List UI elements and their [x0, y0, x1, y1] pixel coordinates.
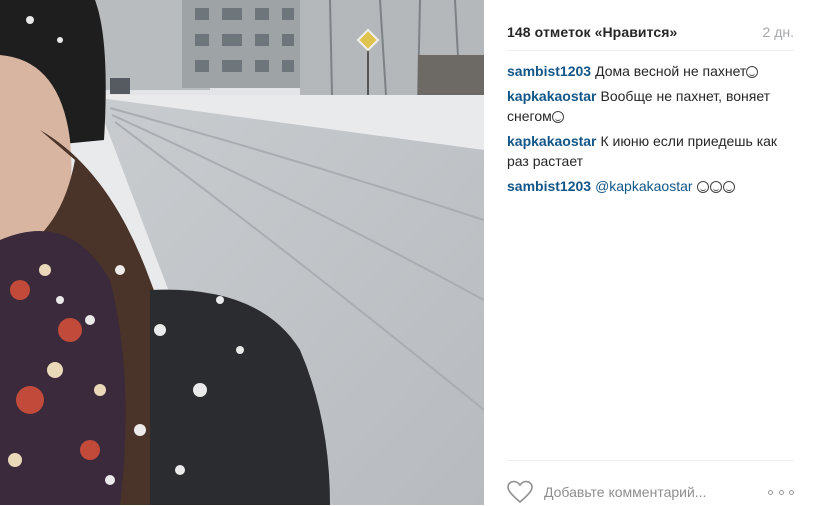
dot: [768, 489, 773, 495]
divider: [507, 460, 794, 461]
post-photo[interactable]: [0, 0, 484, 505]
comment-username[interactable]: kapkakaostar: [507, 133, 597, 149]
comment-item: sambist1203 @kapkakaostar: [507, 176, 797, 196]
smile-emoji-icon: [696, 181, 709, 193]
smile-emoji-icon: [551, 111, 564, 123]
dot: [789, 489, 794, 495]
post-details-panel: 148 отметок «Нравится» 2 дн. sambist1203…: [484, 0, 818, 505]
comment-text: Дома весной не пахнет: [595, 63, 747, 79]
post-meta: 148 отметок «Нравится» 2 дн.: [507, 24, 794, 40]
comment-username[interactable]: kapkakaostar: [507, 88, 597, 104]
comment-item: kapkakaostar К июню если приедешь как раз…: [507, 131, 797, 171]
comment-item: sambist1203 Дома весной не пахнет: [507, 61, 797, 81]
likes-count[interactable]: 148 отметок «Нравится»: [507, 24, 677, 40]
comment-username[interactable]: sambist1203: [507, 178, 591, 194]
smile-emoji-icon: [709, 181, 722, 193]
more-options-icon[interactable]: [768, 488, 794, 496]
smile-emoji-icon: [746, 66, 759, 78]
comment-username[interactable]: sambist1203: [507, 63, 591, 79]
snowy-street-selfie-image: [0, 0, 484, 505]
comment-mention-link[interactable]: @kapkakaostar: [595, 178, 692, 194]
divider: [507, 50, 794, 51]
comment-item: kapkakaostar Вообще не пахнет, воняет сне…: [507, 86, 797, 126]
add-comment-input[interactable]: [544, 484, 768, 500]
comments-list: sambist1203 Дома весной не пахнет kapkaka…: [507, 61, 797, 201]
comment-bar: [507, 478, 794, 506]
smile-emoji-icon: [722, 181, 735, 193]
post-time[interactable]: 2 дн.: [763, 24, 794, 40]
heart-outline-icon[interactable]: [507, 480, 533, 504]
dot: [778, 489, 784, 495]
